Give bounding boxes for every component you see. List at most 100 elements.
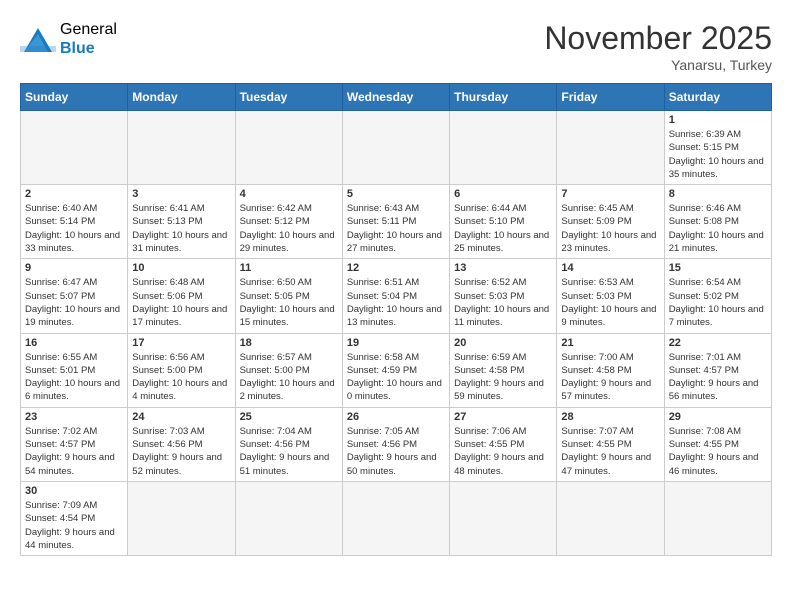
- day-number: 18: [240, 337, 338, 349]
- calendar-cell: 27 Sunrise: 7:06 AM Sunset: 4:55 PM Dayli…: [450, 407, 557, 481]
- calendar-table: SundayMondayTuesdayWednesdayThursdayFrid…: [20, 83, 772, 556]
- day-info: Sunrise: 6:48 AM Sunset: 5:06 PM Dayligh…: [132, 276, 230, 329]
- calendar-week-row: 30 Sunrise: 7:09 AM Sunset: 4:54 PM Dayli…: [21, 481, 772, 555]
- day-number: 4: [240, 188, 338, 200]
- day-number: 23: [25, 411, 123, 423]
- calendar-cell: [128, 481, 235, 555]
- day-info: Sunrise: 7:07 AM Sunset: 4:55 PM Dayligh…: [561, 425, 659, 478]
- day-number: 27: [454, 411, 552, 423]
- day-number: 8: [669, 188, 767, 200]
- weekday-header-saturday: Saturday: [664, 84, 771, 111]
- day-info: Sunrise: 7:02 AM Sunset: 4:57 PM Dayligh…: [25, 425, 123, 478]
- day-info: Sunrise: 6:40 AM Sunset: 5:14 PM Dayligh…: [25, 202, 123, 255]
- day-number: 21: [561, 337, 659, 349]
- calendar-cell: [342, 111, 449, 185]
- day-number: 30: [25, 485, 123, 497]
- calendar-cell: 9 Sunrise: 6:47 AM Sunset: 5:07 PM Daylig…: [21, 259, 128, 333]
- weekday-header-sunday: Sunday: [21, 84, 128, 111]
- weekday-header-wednesday: Wednesday: [342, 84, 449, 111]
- logo-blue: Blue: [60, 40, 95, 57]
- day-number: 12: [347, 262, 445, 274]
- day-info: Sunrise: 6:55 AM Sunset: 5:01 PM Dayligh…: [25, 351, 123, 404]
- day-info: Sunrise: 6:54 AM Sunset: 5:02 PM Dayligh…: [669, 276, 767, 329]
- calendar-cell: [235, 481, 342, 555]
- weekday-header-thursday: Thursday: [450, 84, 557, 111]
- day-info: Sunrise: 6:41 AM Sunset: 5:13 PM Dayligh…: [132, 202, 230, 255]
- logo: General Blue: [20, 20, 117, 58]
- calendar-cell: 5 Sunrise: 6:43 AM Sunset: 5:11 PM Daylig…: [342, 185, 449, 259]
- day-info: Sunrise: 6:39 AM Sunset: 5:15 PM Dayligh…: [669, 128, 767, 181]
- day-info: Sunrise: 6:44 AM Sunset: 5:10 PM Dayligh…: [454, 202, 552, 255]
- day-info: Sunrise: 7:08 AM Sunset: 4:55 PM Dayligh…: [669, 425, 767, 478]
- weekday-header-row: SundayMondayTuesdayWednesdayThursdayFrid…: [21, 84, 772, 111]
- calendar-cell: 14Sunrise: 6:53 AM Sunset: 5:03 PM Dayli…: [557, 259, 664, 333]
- calendar-week-row: 2 Sunrise: 6:40 AM Sunset: 5:14 PM Daylig…: [21, 185, 772, 259]
- calendar-cell: 1 Sunrise: 6:39 AM Sunset: 5:15 PM Daylig…: [664, 111, 771, 185]
- day-info: Sunrise: 6:43 AM Sunset: 5:11 PM Dayligh…: [347, 202, 445, 255]
- day-number: 3: [132, 188, 230, 200]
- calendar-cell: 21 Sunrise: 7:00 AM Sunset: 4:58 PM Dayli…: [557, 333, 664, 407]
- day-info: Sunrise: 7:01 AM Sunset: 4:57 PM Dayligh…: [669, 351, 767, 404]
- calendar-cell: 20 Sunrise: 6:59 AM Sunset: 4:58 PM Dayli…: [450, 333, 557, 407]
- calendar-cell: 6 Sunrise: 6:44 AM Sunset: 5:10 PM Daylig…: [450, 185, 557, 259]
- day-info: Sunrise: 7:04 AM Sunset: 4:56 PM Dayligh…: [240, 425, 338, 478]
- day-info: Sunrise: 6:56 AM Sunset: 5:00 PM Dayligh…: [132, 351, 230, 404]
- day-info: Sunrise: 7:05 AM Sunset: 4:56 PM Dayligh…: [347, 425, 445, 478]
- calendar-cell: 25 Sunrise: 7:04 AM Sunset: 4:56 PM Dayli…: [235, 407, 342, 481]
- day-number: 13: [454, 262, 552, 274]
- day-info: Sunrise: 7:09 AM Sunset: 4:54 PM Dayligh…: [25, 499, 123, 552]
- calendar-cell: 12 Sunrise: 6:51 AM Sunset: 5:04 PM Dayli…: [342, 259, 449, 333]
- day-number: 15: [669, 262, 767, 274]
- logo-icon: [20, 24, 56, 54]
- calendar-cell: [235, 111, 342, 185]
- calendar-cell: 30 Sunrise: 7:09 AM Sunset: 4:54 PM Dayli…: [21, 481, 128, 555]
- calendar-cell: 10 Sunrise: 6:48 AM Sunset: 5:06 PM Dayli…: [128, 259, 235, 333]
- calendar-cell: 23 Sunrise: 7:02 AM Sunset: 4:57 PM Dayli…: [21, 407, 128, 481]
- calendar-cell: [450, 111, 557, 185]
- day-number: 16: [25, 337, 123, 349]
- logo-general: General: [60, 21, 117, 38]
- weekday-header-monday: Monday: [128, 84, 235, 111]
- calendar-week-row: 9 Sunrise: 6:47 AM Sunset: 5:07 PM Daylig…: [21, 259, 772, 333]
- day-info: Sunrise: 6:47 AM Sunset: 5:07 PM Dayligh…: [25, 276, 123, 329]
- calendar-cell: [21, 111, 128, 185]
- day-info: Sunrise: 7:03 AM Sunset: 4:56 PM Dayligh…: [132, 425, 230, 478]
- day-number: 11: [240, 262, 338, 274]
- day-number: 6: [454, 188, 552, 200]
- day-number: 24: [132, 411, 230, 423]
- calendar-cell: [557, 481, 664, 555]
- calendar-cell: 19Sunrise: 6:58 AM Sunset: 4:59 PM Dayli…: [342, 333, 449, 407]
- day-number: 9: [25, 262, 123, 274]
- day-number: 5: [347, 188, 445, 200]
- calendar-cell: 28 Sunrise: 7:07 AM Sunset: 4:55 PM Dayli…: [557, 407, 664, 481]
- day-info: Sunrise: 6:52 AM Sunset: 5:03 PM Dayligh…: [454, 276, 552, 329]
- day-number: 28: [561, 411, 659, 423]
- calendar-week-row: 16 Sunrise: 6:55 AM Sunset: 5:01 PM Dayli…: [21, 333, 772, 407]
- day-number: 14: [561, 262, 659, 274]
- weekday-header-friday: Friday: [557, 84, 664, 111]
- day-info: Sunrise: 6:57 AM Sunset: 5:00 PM Dayligh…: [240, 351, 338, 404]
- calendar-cell: 29 Sunrise: 7:08 AM Sunset: 4:55 PM Dayli…: [664, 407, 771, 481]
- day-number: 2: [25, 188, 123, 200]
- day-number: 29: [669, 411, 767, 423]
- day-info: Sunrise: 7:00 AM Sunset: 4:58 PM Dayligh…: [561, 351, 659, 404]
- calendar-cell: 7Sunrise: 6:45 AM Sunset: 5:09 PM Daylig…: [557, 185, 664, 259]
- day-number: 22: [669, 337, 767, 349]
- day-info: Sunrise: 6:51 AM Sunset: 5:04 PM Dayligh…: [347, 276, 445, 329]
- day-number: 1: [669, 114, 767, 126]
- calendar-cell: [342, 481, 449, 555]
- day-number: 26: [347, 411, 445, 423]
- day-number: 25: [240, 411, 338, 423]
- day-number: 20: [454, 337, 552, 349]
- day-number: 10: [132, 262, 230, 274]
- day-info: Sunrise: 6:59 AM Sunset: 4:58 PM Dayligh…: [454, 351, 552, 404]
- weekday-header-tuesday: Tuesday: [235, 84, 342, 111]
- day-info: Sunrise: 7:06 AM Sunset: 4:55 PM Dayligh…: [454, 425, 552, 478]
- calendar-cell: 4Sunrise: 6:42 AM Sunset: 5:12 PM Daylig…: [235, 185, 342, 259]
- calendar-week-row: 23 Sunrise: 7:02 AM Sunset: 4:57 PM Dayli…: [21, 407, 772, 481]
- calendar-cell: 24 Sunrise: 7:03 AM Sunset: 4:56 PM Dayli…: [128, 407, 235, 481]
- calendar-cell: 2 Sunrise: 6:40 AM Sunset: 5:14 PM Daylig…: [21, 185, 128, 259]
- day-number: 19: [347, 337, 445, 349]
- day-info: Sunrise: 6:50 AM Sunset: 5:05 PM Dayligh…: [240, 276, 338, 329]
- day-info: Sunrise: 6:45 AM Sunset: 5:09 PM Dayligh…: [561, 202, 659, 255]
